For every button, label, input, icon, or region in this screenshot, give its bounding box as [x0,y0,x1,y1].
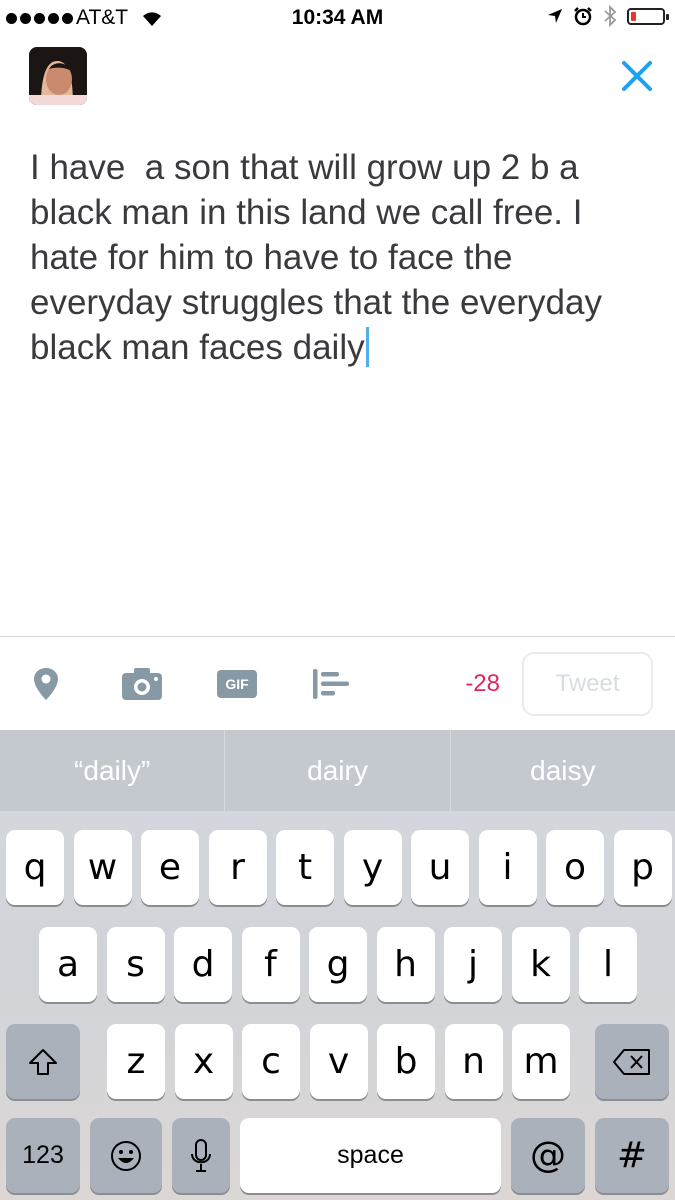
numbers-key[interactable]: 123 [6,1118,80,1193]
key-i[interactable]: i [478,830,537,905]
key-e[interactable]: e [141,830,199,905]
suggestion-item[interactable]: “daily” [0,730,224,811]
avatar[interactable] [29,47,87,105]
status-bar: AT&T 10:34 AM [0,0,675,38]
key-m[interactable]: m [512,1024,570,1099]
camera-icon[interactable] [120,667,164,701]
key-h[interactable]: h [376,927,435,1002]
key-w[interactable]: w [73,830,132,905]
space-key[interactable]: space [240,1118,501,1193]
at-key[interactable]: @ [511,1118,585,1193]
key-b[interactable]: b [377,1024,435,1099]
alarm-icon [574,7,592,26]
key-r[interactable]: r [208,830,267,905]
character-count: -28 [465,670,500,697]
text-cursor [365,327,369,367]
key-k[interactable]: k [511,927,570,1002]
shift-icon [29,1048,57,1075]
suggestion-item[interactable]: dairy [224,730,449,811]
shift-key[interactable] [6,1024,80,1099]
tweet-compose-input[interactable]: I have a son that will grow up 2 b a bla… [30,145,655,370]
keyboard: “daily” dairy daisy qwertyuiop asdfghjkl z… [0,730,675,1200]
key-s[interactable]: s [106,927,165,1002]
location-pin-icon[interactable] [32,666,60,702]
key-z[interactable]: z [107,1024,165,1099]
emoji-key[interactable] [90,1118,162,1193]
key-t[interactable]: t [276,830,334,905]
toolbar-divider [0,636,675,637]
suggestion-bar: “daily” dairy daisy [0,730,675,811]
avatar-image [29,47,87,105]
hash-key[interactable]: # [595,1118,669,1193]
key-g[interactable]: g [309,927,367,1002]
key-x[interactable]: x [174,1024,233,1099]
key-u[interactable]: u [411,830,469,905]
backspace-icon [613,1048,650,1075]
key-f[interactable]: f [241,927,300,1002]
tweet-button[interactable]: Tweet [522,652,653,716]
backspace-key[interactable] [595,1024,669,1099]
microphone-icon [191,1138,211,1172]
key-p[interactable]: p [613,830,672,905]
key-y[interactable]: y [343,830,402,905]
tweet-text: I have a son that will grow up 2 b a bla… [30,148,602,367]
poll-icon[interactable] [311,668,351,700]
gif-icon[interactable]: GIF [217,670,257,698]
emoji-icon [111,1140,141,1171]
location-arrow-icon [548,9,562,23]
key-d[interactable]: d [174,927,232,1002]
key-o[interactable]: o [546,830,604,905]
bluetooth-icon [604,5,617,27]
suggestion-item[interactable]: daisy [449,730,675,811]
gif-label: GIF [225,676,249,692]
dictation-key[interactable] [172,1118,230,1193]
key-n[interactable]: n [444,1024,503,1099]
key-q[interactable]: q [6,830,64,905]
key-l[interactable]: l [579,927,637,1002]
key-j[interactable]: j [444,927,502,1002]
status-icons [547,5,669,27]
key-v[interactable]: v [309,1024,368,1099]
key-a[interactable]: a [39,927,97,1002]
battery-icon [627,7,669,25]
key-c[interactable]: c [242,1024,300,1099]
battery-level [631,11,636,21]
close-icon[interactable] [617,56,657,96]
